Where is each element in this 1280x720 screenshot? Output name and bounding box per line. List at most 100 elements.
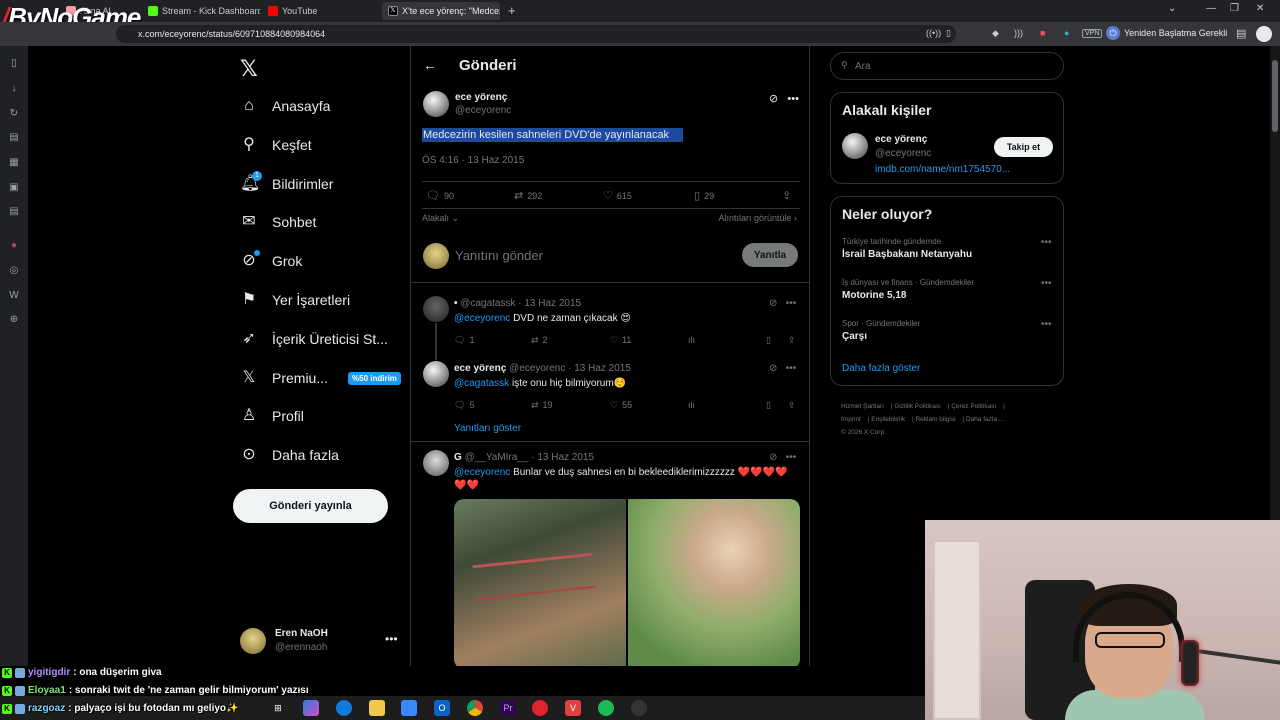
tab-youtube[interactable]: YouTube (262, 2, 380, 20)
person-website-link[interactable]: imdb.com/name/nm1754570... (875, 164, 1010, 175)
sidebar-music-icon[interactable]: ◎ (8, 265, 20, 277)
store-icon[interactable] (401, 700, 417, 716)
tab-x-post[interactable]: 𝕏 X'te ece yörenç: "Medcezirin ✕ (382, 2, 500, 20)
extension-icon[interactable]: ◆ (992, 28, 999, 39)
share-icon[interactable]: ⇪ (788, 335, 796, 346)
reply-input[interactable]: Yanıtını gönder (455, 248, 543, 263)
grok-explain-icon[interactable]: ⊘ (769, 93, 778, 105)
sidebar-bookmarks-icon[interactable]: ▯ (8, 58, 20, 70)
retweet-button[interactable]: ⇄ 2 (531, 335, 548, 346)
adblock-icon[interactable]: ■ (1040, 28, 1045, 38)
footer-link[interactable]: Reklam bilgisi (915, 416, 955, 423)
account-more-icon[interactable]: ••• (385, 632, 398, 646)
sidebar-notes-icon[interactable]: ▤ (8, 206, 20, 218)
nav-messages[interactable]: ✉ Sohbet (240, 206, 316, 238)
bookmark-icon[interactable]: ▯ (766, 335, 771, 346)
audio-icon[interactable]: ))) (1014, 28, 1023, 38)
avatar[interactable] (842, 133, 868, 159)
nav-grok[interactable]: ⊘ Grok (240, 245, 302, 277)
retweet-button[interactable]: ⇄ 292 (514, 189, 542, 202)
bookmark-button[interactable]: ▯ 29 (694, 189, 714, 202)
reply-top-icons[interactable]: ⊘ ••• (769, 452, 796, 463)
task-view-icon[interactable]: ⊞ (270, 700, 286, 716)
trend-item[interactable]: Türkiye tarihinde gündemde İsrail Başbak… (842, 237, 972, 260)
share-button[interactable]: ⇪ (782, 189, 791, 202)
post-button[interactable]: Gönderi yayınla (233, 489, 388, 523)
view-quotes-link[interactable]: Alıntıları görüntüle › (718, 213, 797, 223)
like-button[interactable]: ♡ 11 (610, 335, 631, 346)
search-input[interactable]: ⚲ Ara (830, 52, 1064, 80)
edge-icon[interactable] (336, 700, 352, 716)
nav-explore[interactable]: ⚲ Keşfet (240, 129, 312, 161)
wallet-icon[interactable]: ● (1064, 28, 1069, 38)
minimize-button[interactable]: — (1206, 3, 1216, 14)
premiere-icon[interactable]: Pr (500, 700, 516, 716)
restart-required-button[interactable]: ⏻ Yeniden Başlatma Gerekli (1106, 26, 1227, 40)
footer-link[interactable]: Daha fazla ... (966, 416, 1004, 423)
reply-media[interactable] (454, 499, 800, 666)
retweet-button[interactable]: ⇄ 19 (531, 400, 553, 411)
sidebar-w-icon[interactable]: W (8, 290, 20, 302)
avatar[interactable] (423, 361, 449, 387)
nav-bookmarks[interactable]: ⚑ Yer İşaretleri (240, 284, 350, 316)
sidebar-wallet-icon[interactable]: ▣ (8, 182, 20, 194)
obs-icon[interactable] (631, 700, 647, 716)
nav-creator-studio[interactable]: ➶ İçerik Üreticisi St... (240, 323, 388, 355)
nav-notifications[interactable]: 🔔︎ 1 Bildirimler (240, 168, 333, 200)
more-icon[interactable]: ••• (1041, 319, 1052, 330)
media-photo[interactable] (628, 499, 800, 666)
nav-premium[interactable]: 𝕏 Premiu... %50 indirim (240, 362, 401, 394)
tweet-timestamp[interactable]: ÖS 4:16 · 13 Haz 2015 (422, 155, 524, 166)
x-logo-icon[interactable]: 𝕏 (240, 56, 258, 82)
reply-button[interactable]: 🗨︎ 90 (426, 189, 454, 202)
footer-link[interactable]: Gizlilik Politikası (894, 403, 941, 410)
share-icon[interactable]: ⇪ (788, 400, 796, 411)
footer-link[interactable]: Çerez Politikası (951, 403, 996, 410)
cast-icon[interactable]: ((•)) (926, 28, 941, 38)
bookmark-page-icon[interactable]: ▯ (946, 28, 951, 39)
profile-avatar[interactable] (1256, 26, 1272, 42)
back-arrow-icon[interactable]: ← (423, 57, 437, 73)
mention-link[interactable]: @cagatassk (454, 378, 509, 389)
maximize-button[interactable]: ❐ (1230, 3, 1239, 14)
avatar[interactable] (423, 91, 449, 117)
sidebar-reader-icon[interactable]: ▤ (8, 132, 20, 144)
sidebar-downloads-icon[interactable]: ↓ (8, 83, 20, 95)
outlook-icon[interactable]: O (434, 700, 450, 716)
url-input[interactable]: x.com/eceyorenc/status/60971088408098406… (116, 25, 956, 43)
trend-item[interactable]: Spor · Gündemdekiler Çarşı (842, 319, 920, 342)
bookmark-icon[interactable]: ▯ (766, 400, 771, 411)
nav-profile[interactable]: ♙ Profil (240, 400, 304, 432)
copilot-icon[interactable] (303, 700, 319, 716)
sidebar-add-icon[interactable]: ⊕ (8, 314, 20, 326)
new-tab-button[interactable]: + (508, 3, 516, 18)
more-icon[interactable]: ••• (787, 93, 799, 105)
show-replies-link[interactable]: Yanıtları göster (454, 423, 521, 434)
account-switcher[interactable]: Eren NaOH @erennaoh ••• (240, 626, 400, 656)
scrollbar-thumb[interactable] (1272, 60, 1278, 132)
show-more-link[interactable]: Daha fazla göster (842, 363, 920, 374)
related-filter[interactable]: Alakalı ⌄ (422, 213, 459, 224)
like-button[interactable]: ♡ 615 (603, 189, 632, 202)
footer-link[interactable]: Imprint (841, 416, 861, 423)
reply-top-icons[interactable]: ⊘ ••• (769, 363, 796, 374)
footer-link[interactable]: Erişilebilirlik (871, 416, 905, 423)
media-photo[interactable] (454, 499, 626, 666)
chrome-icon[interactable] (467, 700, 483, 716)
tab-kick-dashboard[interactable]: Stream - Kick Dashboard (142, 2, 260, 20)
tweet-author-handle[interactable]: @eceyorenc (455, 105, 511, 116)
avatar[interactable] (423, 296, 449, 322)
nav-home[interactable]: ⌂ Anasayfa (240, 90, 330, 122)
person-name[interactable]: ece yörenç (875, 134, 927, 145)
sidebar-tabs-icon[interactable]: ▦ (8, 157, 20, 169)
vpn-button[interactable]: VPN (1082, 29, 1103, 38)
follow-button[interactable]: Takip et (994, 137, 1053, 157)
reply-top-icons[interactable]: ⊘ ••• (769, 298, 796, 309)
reply-button[interactable]: 🗨︎ 5 (454, 400, 474, 411)
tab-search-icon[interactable]: ⌄ (1168, 3, 1176, 14)
views-icon[interactable]: ılı (688, 400, 695, 410)
file-explorer-icon[interactable] (369, 700, 385, 716)
reply-button[interactable]: 🗨︎ 1 (454, 335, 474, 346)
sidebar-history-icon[interactable]: ↻ (8, 108, 20, 120)
avatar[interactable] (423, 450, 449, 476)
